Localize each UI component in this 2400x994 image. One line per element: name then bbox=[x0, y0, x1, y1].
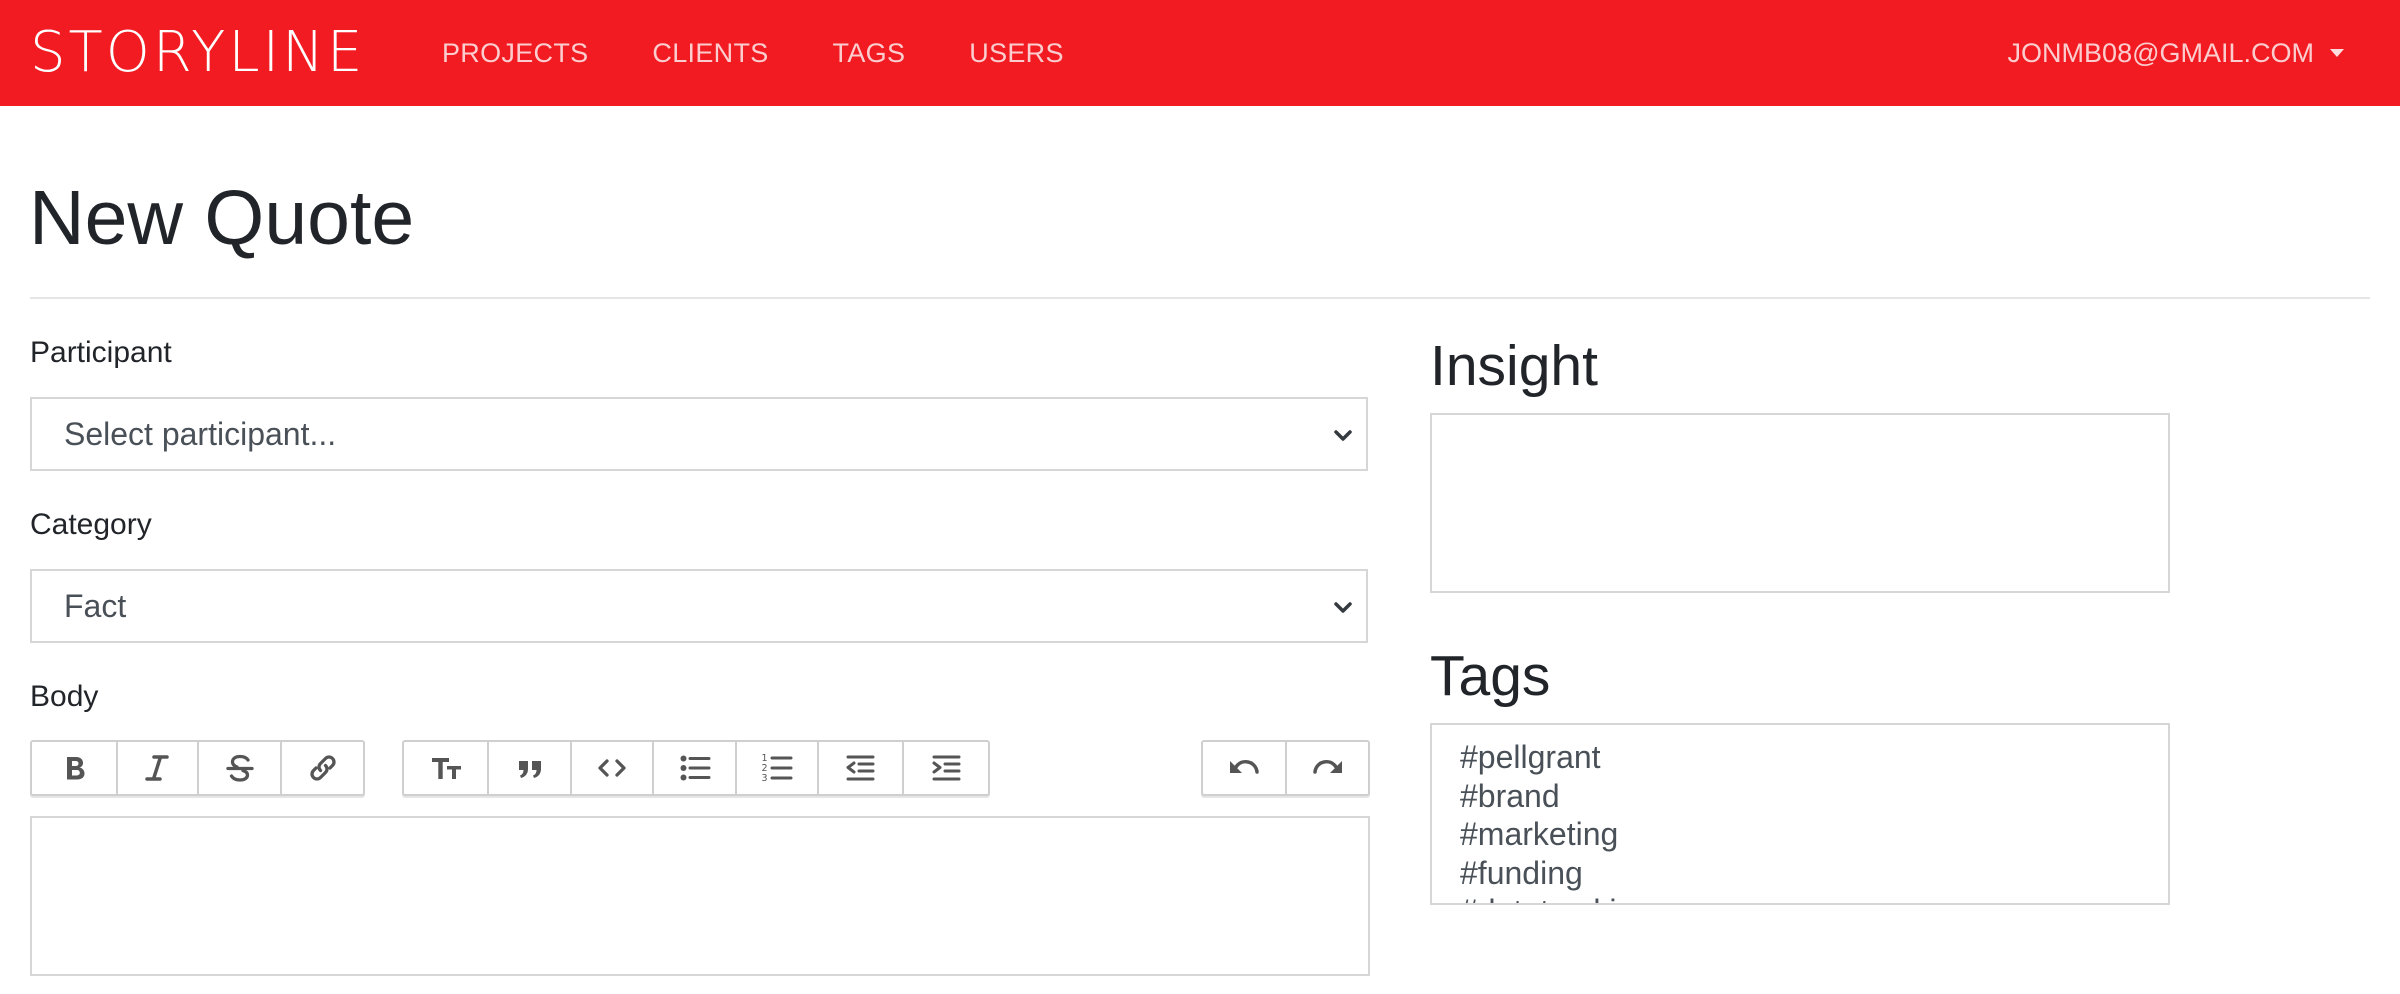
numbered-list-icon: 1 2 3 bbox=[761, 753, 793, 784]
strikethrough-button[interactable] bbox=[199, 742, 282, 794]
numbered-list-button[interactable]: 1 2 3 bbox=[737, 742, 820, 794]
outdent-button[interactable] bbox=[819, 742, 904, 794]
tag-option[interactable]: #funding bbox=[1460, 854, 2168, 893]
tag-option[interactable]: #brand bbox=[1460, 777, 2168, 816]
toolbar-history-group bbox=[1201, 740, 1370, 796]
tag-option[interactable]: #datatracking bbox=[1460, 892, 2168, 903]
tags-multiselect[interactable]: #pellgrant #brand #marketing #funding #d… bbox=[1430, 723, 2170, 905]
indent-button[interactable] bbox=[904, 742, 988, 794]
divider bbox=[30, 297, 2370, 299]
category-label: Category bbox=[30, 508, 152, 541]
brand-logo[interactable]: STORYLINE bbox=[30, 22, 365, 84]
bold-button[interactable] bbox=[32, 742, 118, 794]
link-icon bbox=[309, 755, 336, 781]
body-label: Body bbox=[30, 680, 99, 713]
body-editor[interactable] bbox=[30, 816, 1370, 976]
strikethrough-icon bbox=[225, 754, 254, 782]
nav-link-projects[interactable]: PROJECTS bbox=[442, 38, 588, 69]
redo-button[interactable] bbox=[1287, 742, 1368, 794]
toolbar-block-group: 1 2 3 bbox=[402, 740, 990, 796]
tag-option[interactable]: #pellgrant bbox=[1460, 738, 2168, 777]
category-select-value: Fact bbox=[64, 587, 127, 624]
caret-down-icon bbox=[2330, 49, 2344, 57]
bullet-list-icon bbox=[680, 755, 711, 781]
heading-icon bbox=[431, 758, 461, 779]
link-button[interactable] bbox=[282, 742, 363, 794]
italic-icon bbox=[145, 755, 170, 781]
participant-label: Participant bbox=[30, 336, 172, 369]
indent-icon bbox=[932, 755, 961, 781]
undo-icon bbox=[1230, 759, 1259, 774]
code-button[interactable] bbox=[572, 742, 655, 794]
tags-heading: Tags bbox=[1430, 644, 1551, 708]
chevron-down-icon bbox=[1334, 430, 1352, 441]
tag-option[interactable]: #marketing bbox=[1460, 815, 2168, 854]
page-title: New Quote bbox=[29, 175, 415, 261]
outdent-icon bbox=[846, 755, 875, 781]
insight-textarea[interactable] bbox=[1430, 413, 2170, 593]
insight-heading: Insight bbox=[1430, 334, 1598, 398]
nav-link-users[interactable]: USERS bbox=[969, 38, 1064, 69]
category-select[interactable]: Fact bbox=[30, 569, 1368, 643]
participant-select-value: Select participant... bbox=[64, 415, 337, 452]
redo-icon bbox=[1312, 759, 1342, 774]
nav-link-clients[interactable]: CLIENTS bbox=[652, 38, 768, 69]
user-menu-dropdown[interactable]: JONMB08@GMAIL.COM bbox=[2008, 0, 2344, 106]
nav-links: PROJECTS CLIENTS TAGS USERS bbox=[442, 0, 1128, 106]
navbar: STORYLINE PROJECTS CLIENTS TAGS USERS JO… bbox=[0, 0, 2400, 106]
bold-icon bbox=[66, 757, 85, 780]
bullet-list-button[interactable] bbox=[654, 742, 737, 794]
nav-link-tags[interactable]: TAGS bbox=[833, 38, 906, 69]
svg-text:3: 3 bbox=[761, 773, 767, 784]
code-icon bbox=[598, 759, 626, 777]
quote-icon bbox=[518, 761, 541, 778]
heading-button[interactable] bbox=[404, 742, 490, 794]
chevron-down-icon bbox=[1334, 602, 1352, 613]
quote-button[interactable] bbox=[489, 742, 572, 794]
participant-select[interactable]: Select participant... bbox=[30, 397, 1368, 471]
toolbar-format-group bbox=[30, 740, 365, 796]
italic-button[interactable] bbox=[118, 742, 199, 794]
user-email: JONMB08@GMAIL.COM bbox=[2007, 37, 2314, 68]
undo-button[interactable] bbox=[1203, 742, 1287, 794]
